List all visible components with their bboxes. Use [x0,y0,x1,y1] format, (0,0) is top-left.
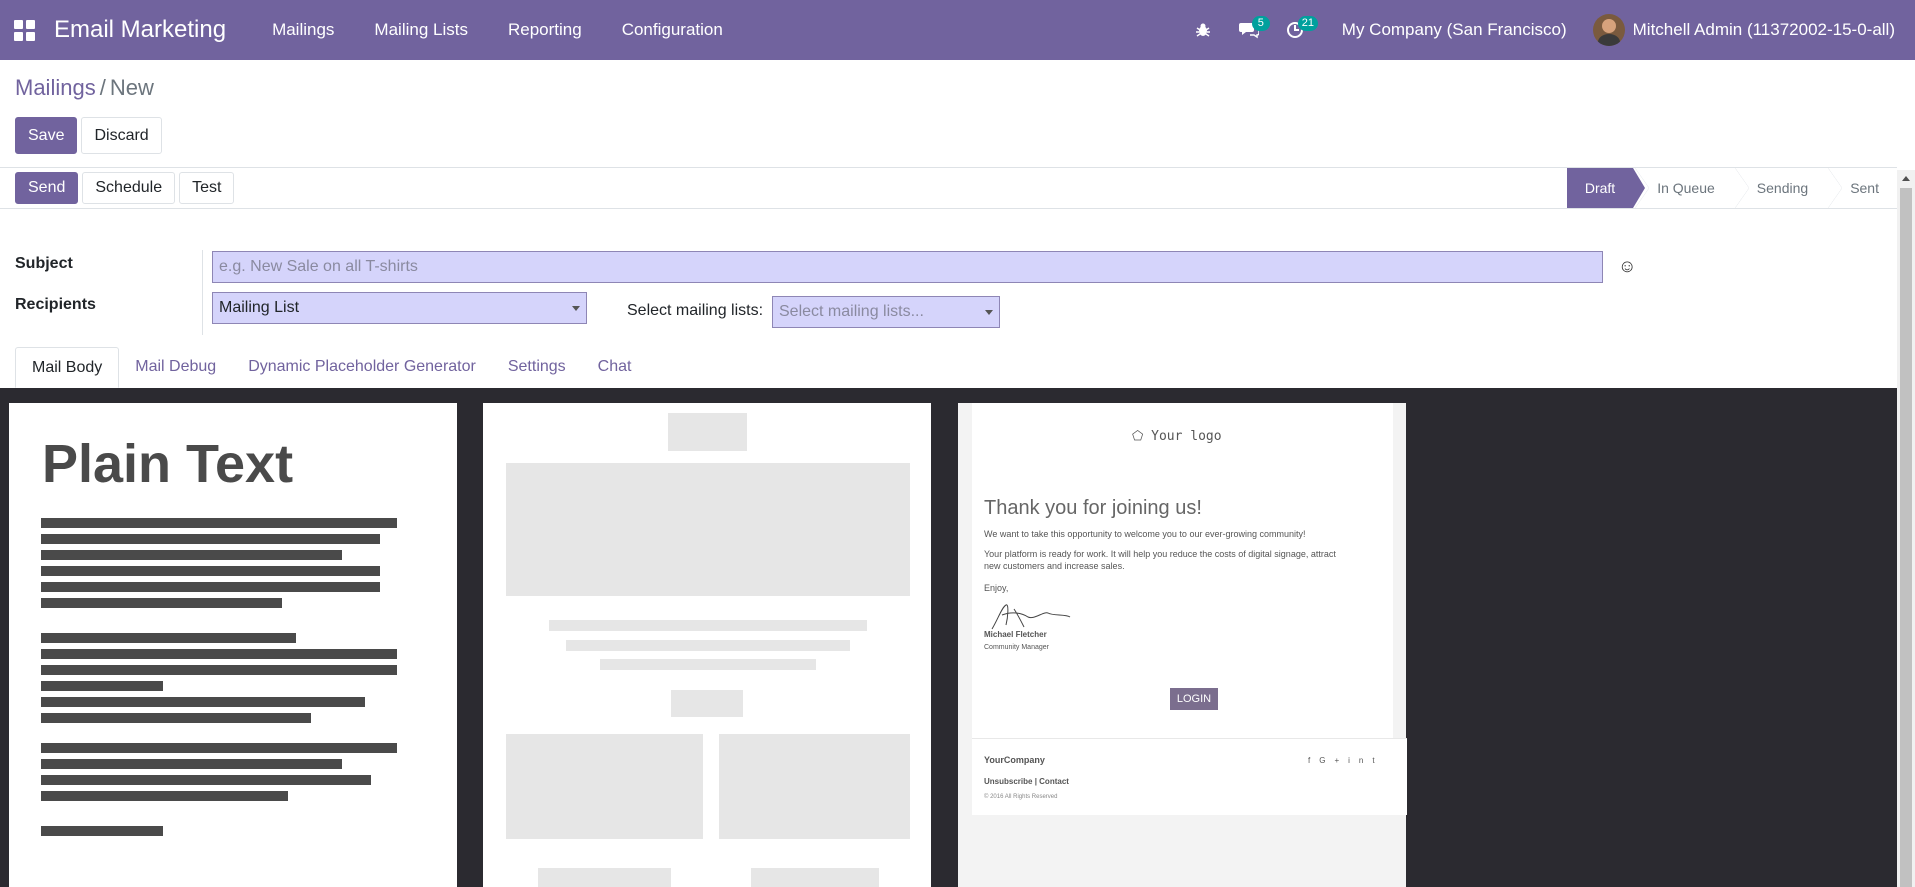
template-copyright: © 2016 All Rights Reserved [984,794,1058,800]
twitter-icon: t [1372,756,1384,765]
test-button[interactable]: Test [179,172,235,204]
breadcrumb-separator: / [99,75,106,100]
template-welcome[interactable]: ⬠ Your logo Thank you for joining us! We… [958,403,1407,887]
control-panel-buttons: Save Discard [15,117,162,154]
send-button[interactable]: Send [15,172,79,204]
page-scrollbar[interactable] [1897,170,1915,887]
company-switcher[interactable]: My Company (San Francisco) [1318,20,1593,40]
template-signer-role: Community Manager [984,644,1049,651]
scrollbar-thumb[interactable] [1900,188,1912,887]
tab-chat[interactable]: Chat [582,347,648,388]
breadcrumb-mailings-link[interactable]: Mailings [15,75,96,100]
template-logo: ⬠ Your logo [1132,429,1222,444]
template-enjoy: Enjoy, [984,583,1009,593]
tab-dynamic-placeholder-generator[interactable]: Dynamic Placeholder Generator [232,347,492,388]
tab-mail-debug[interactable]: Mail Debug [119,347,232,388]
statusbar: Send Schedule Test Draft In Queue Sendin… [0,168,1897,209]
template-unsubscribe-link: Unsubscribe [984,777,1033,786]
subject-input[interactable]: e.g. New Sale on all T-shirts [212,251,1603,283]
breadcrumb: Mailings / New [15,75,154,101]
template-heading: Thank you for joining us! [984,497,1202,519]
notebook-tabs: Mail Body Mail Debug Dynamic Placeholder… [15,347,647,388]
mailing-lists-select[interactable]: Select mailing lists... [772,296,1000,328]
template-footer-links: Unsubscribe | Contact [984,777,1069,786]
template-contact-link: Contact [1039,777,1069,786]
recipients-select[interactable]: Mailing List [212,292,587,324]
template-plain-text[interactable]: Plain Text [9,403,457,887]
stage-sent[interactable]: Sent [1826,168,1897,208]
template-plain-text-title: Plain Text [42,434,294,494]
save-button[interactable]: Save [15,117,78,154]
stage-sending[interactable]: Sending [1733,168,1826,208]
template-line2b: new customers and increase sales. [984,561,1125,571]
menu-mailing-lists[interactable]: Mailing Lists [354,20,488,40]
social-icons: fG+int [1308,756,1384,765]
template-line2a: Your platform is ready for work. It will… [984,549,1336,559]
google-plus-icon: G+ [1319,756,1349,765]
user-name: Mitchell Admin (11372002-15-0-all) [1632,20,1895,39]
apps-grid-icon [13,19,35,41]
activities-count-badge: 21 [1297,16,1319,31]
dropdown-caret-icon [572,306,580,311]
template-signer-name: Michael Fletcher [984,630,1047,639]
dropdown-caret-icon [985,310,993,315]
recipients-label: Recipients [15,296,96,313]
tab-mail-body[interactable]: Mail Body [15,347,120,388]
avatar [1592,14,1625,46]
menu-reporting[interactable]: Reporting [488,20,602,40]
app-title[interactable]: Email Marketing [54,16,226,44]
template-footer-company: YourCompany [984,755,1045,765]
messages-count-badge: 5 [1251,16,1270,31]
menu-mailings[interactable]: Mailings [252,20,354,40]
recipients-value: Mailing List [219,299,300,316]
facebook-icon: f [1308,756,1320,765]
top-navbar: Email Marketing Mailings Mailing Lists R… [0,0,1915,60]
linkedin-icon: in [1348,756,1373,765]
subject-label: Subject [15,255,73,272]
field-separator [202,250,203,335]
tab-settings[interactable]: Settings [492,347,582,388]
scroll-up-arrow-icon[interactable] [1902,176,1910,181]
mailing-lists-label: Select mailing lists: [627,302,764,319]
stage-draft[interactable]: Draft [1566,168,1646,208]
emoji-picker-icon[interactable]: ☺ [1618,256,1636,277]
schedule-button[interactable]: Schedule [82,172,176,204]
template-layout-placeholder[interactable] [483,403,931,887]
stage-in-queue[interactable]: In Queue [1633,168,1733,208]
template-footer: YourCompany fG+int Unsubscribe | Contact… [972,738,1407,815]
messages-button[interactable]: 5 [1226,0,1272,60]
logo-icon: ⬠ [1132,429,1144,444]
breadcrumb-current: New [109,75,154,100]
template-login-button: LOGIN [1170,688,1218,710]
subject-placeholder: e.g. New Sale on all T-shirts [219,258,418,275]
template-line1: We want to take this opportunity to welc… [984,529,1306,539]
menu-configuration[interactable]: Configuration [602,20,743,40]
activities-button[interactable]: 21 [1272,0,1319,60]
mail-body-editor: Plain Text ⬠ Your logo Thank you for joi… [0,388,1897,887]
stage-pipeline: Draft In Queue Sending Sent [1566,168,1897,208]
discard-button[interactable]: Discard [81,117,162,154]
mailing-lists-placeholder: Select mailing lists... [779,303,924,320]
template-logo-text: Your logo [1151,429,1222,444]
user-menu[interactable]: Mitchell Admin (11372002-15-0-all) [1592,14,1915,46]
debug-bug-icon[interactable] [1180,0,1226,60]
app-menu-button[interactable] [0,0,48,60]
